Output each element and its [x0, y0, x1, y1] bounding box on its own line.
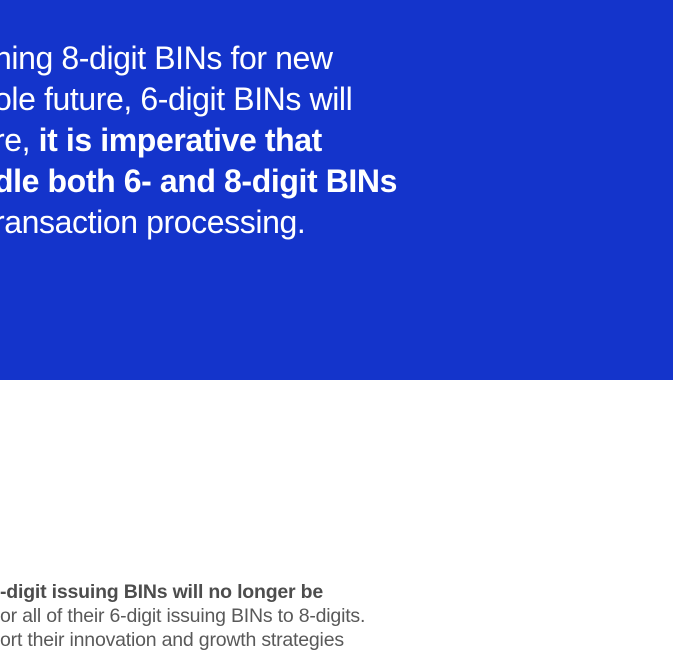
callout-line-2: ole future, 6-digit BINs will: [0, 81, 353, 117]
callout-line-3: re, it is imperative that: [0, 120, 397, 161]
callout-line-4: dle both 6- and 8-digit BINs: [0, 161, 397, 202]
callout-line-1: ning 8-digit BINs for new: [0, 40, 333, 76]
callout-line-3-regular: re,: [0, 122, 31, 158]
blue-callout-panel: ning 8-digit BINs for new ole future, 6-…: [0, 0, 673, 380]
callout-line-3-emphasis: it is imperative that: [38, 122, 323, 158]
callout-text: ning 8-digit BINs for new ole future, 6-…: [0, 38, 397, 243]
callout-line-4-emphasis: dle both 6- and 8-digit BINs: [0, 163, 398, 199]
body-line-3: ort their innovation and growth strategi…: [0, 629, 344, 651]
body-heading-line: -digit issuing BINs will no longer be: [0, 581, 324, 603]
callout-line-5: ransaction processing.: [0, 204, 306, 240]
body-line-2: or all of their 6-digit issuing BINs to …: [0, 605, 366, 627]
body-text-section: -digit issuing BINs will no longer be or…: [0, 580, 673, 652]
